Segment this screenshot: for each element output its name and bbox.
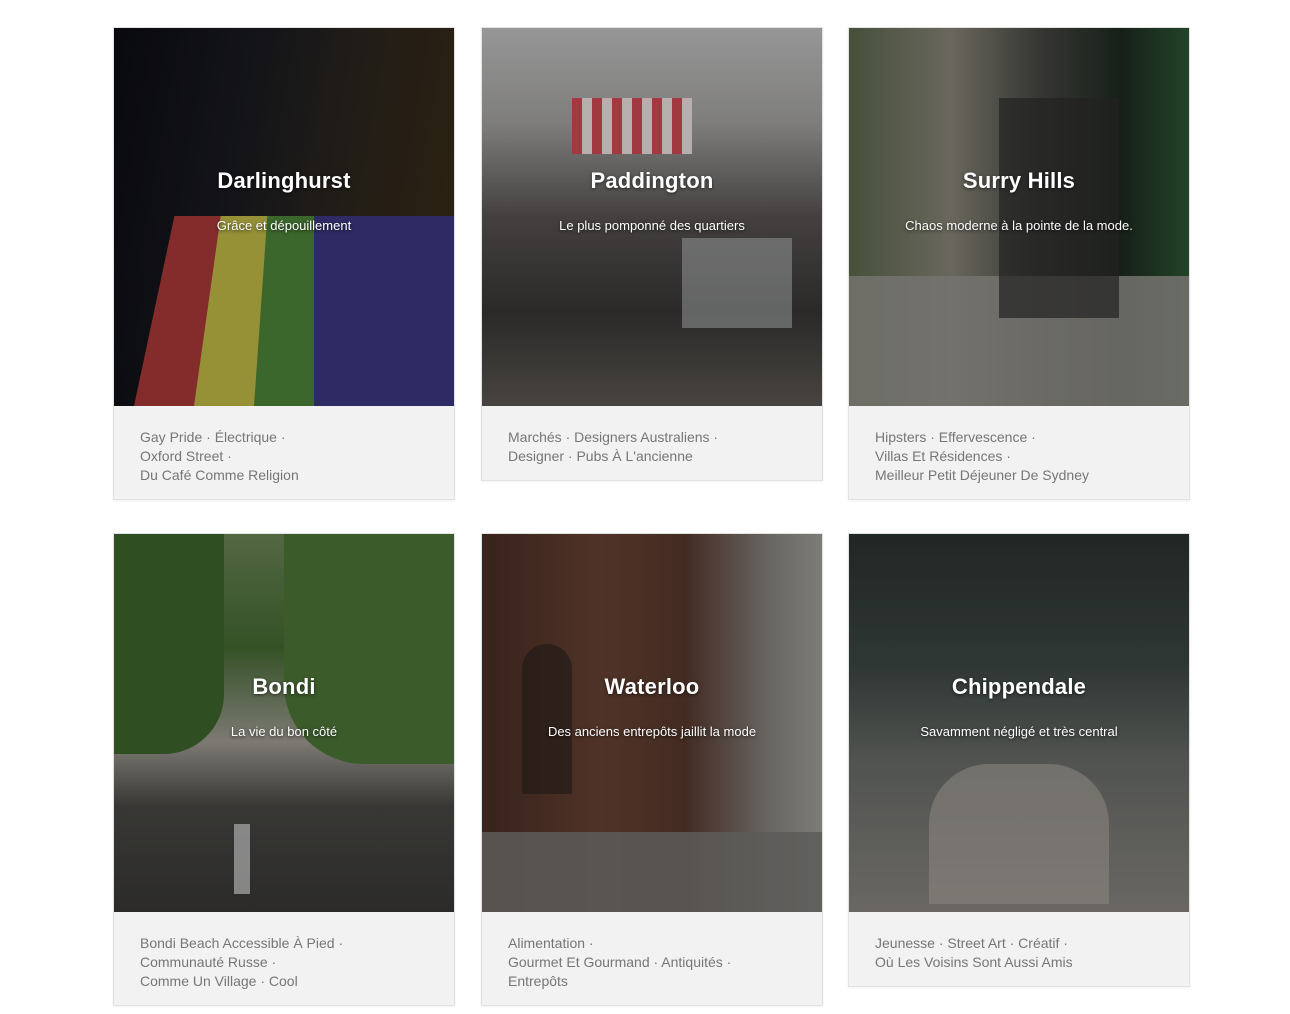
tag-line: Hipsters · Effervescence ·	[875, 429, 1036, 445]
neighborhood-title: Paddington	[590, 168, 714, 193]
neighborhood-tagline: Savamment négligé et très central	[920, 724, 1118, 739]
neighborhood-tagline: Grâce et dépouillement	[216, 218, 352, 233]
tag-line: Comme Un Village · Cool	[140, 973, 298, 989]
tag-line: Communauté Russe ·	[140, 954, 277, 970]
neighborhood-tagline: Le plus pomponné des quartiers	[559, 218, 745, 233]
neighborhood-tags: Hipsters · Effervescence · Villas Et Rés…	[849, 406, 1189, 499]
neighborhood-card-waterloo[interactable]: Waterloo Des anciens entrepôts jaillit l…	[481, 533, 823, 1006]
tag-line: Gay Pride · Électrique ·	[140, 429, 286, 445]
neighborhood-tags: Alimentation · Gourmet Et Gourmand · Ant…	[482, 912, 822, 1005]
tag-line: Bondi Beach Accessible À Pied ·	[140, 935, 344, 951]
neighborhood-tagline: La vie du bon côté	[230, 724, 338, 739]
neighborhood-tags: Gay Pride · Électrique · Oxford Street ·…	[114, 406, 454, 499]
neighborhood-photo[interactable]: Darlinghurst Grâce et dépouillement	[114, 28, 454, 406]
tag-line: Meilleur Petit Déjeuner De Sydney	[875, 467, 1089, 483]
neighborhood-title: Bondi	[252, 674, 316, 699]
neighborhood-tagline: Chaos moderne à la pointe de la mode.	[905, 218, 1133, 233]
neighborhood-photo[interactable]: Chippendale Savamment négligé et très ce…	[849, 534, 1189, 912]
neighborhood-tags: Bondi Beach Accessible À Pied · Communau…	[114, 912, 454, 1005]
tag-line: Oxford Street ·	[140, 448, 232, 464]
neighborhood-tags: Marchés · Designers Australiens · Design…	[482, 406, 822, 480]
neighborhood-card-paddington[interactable]: Paddington Le plus pomponné des quartier…	[481, 27, 823, 481]
neighborhood-card-chippendale[interactable]: Chippendale Savamment négligé et très ce…	[848, 533, 1190, 987]
tag-line: Marchés · Designers Australiens ·	[508, 429, 719, 445]
tag-line: Alimentation ·	[508, 935, 594, 951]
tag-line: Où Les Voisins Sont Aussi Amis	[875, 954, 1073, 970]
neighborhood-card-darlinghurst[interactable]: Darlinghurst Grâce et dépouillement Gay …	[113, 27, 455, 500]
neighborhood-card-surry-hills[interactable]: Surry Hills Chaos moderne à la pointe de…	[848, 27, 1190, 500]
tag-line: Villas Et Résidences ·	[875, 448, 1011, 464]
neighborhood-photo[interactable]: Waterloo Des anciens entrepôts jaillit l…	[482, 534, 822, 912]
neighborhood-photo[interactable]: Surry Hills Chaos moderne à la pointe de…	[849, 28, 1189, 406]
tag-line: Jeunesse · Street Art · Créatif ·	[875, 935, 1068, 951]
neighborhood-photo[interactable]: Paddington Le plus pomponné des quartier…	[482, 28, 822, 406]
neighborhood-photo[interactable]: Bondi La vie du bon côté	[114, 534, 454, 912]
neighborhood-title: Chippendale	[951, 674, 1087, 699]
neighborhood-tagline: Des anciens entrepôts jaillit la mode	[547, 724, 757, 739]
neighborhood-grid: Darlinghurst Grâce et dépouillement Gay …	[0, 0, 1290, 1014]
tag-line: Du Café Comme Religion	[140, 467, 299, 483]
tag-line: Gourmet Et Gourmand · Antiquités ·	[508, 954, 732, 970]
neighborhood-title: Waterloo	[604, 674, 700, 699]
neighborhood-card-bondi[interactable]: Bondi La vie du bon côté Bondi Beach Acc…	[113, 533, 455, 1006]
neighborhood-title: Surry Hills	[962, 168, 1076, 193]
neighborhood-title: Darlinghurst	[217, 168, 351, 193]
neighborhood-tags: Jeunesse · Street Art · Créatif · Où Les…	[849, 912, 1189, 986]
tag-line: Entrepôts	[508, 973, 568, 989]
tag-line: Designer · Pubs À L'ancienne	[508, 448, 693, 464]
